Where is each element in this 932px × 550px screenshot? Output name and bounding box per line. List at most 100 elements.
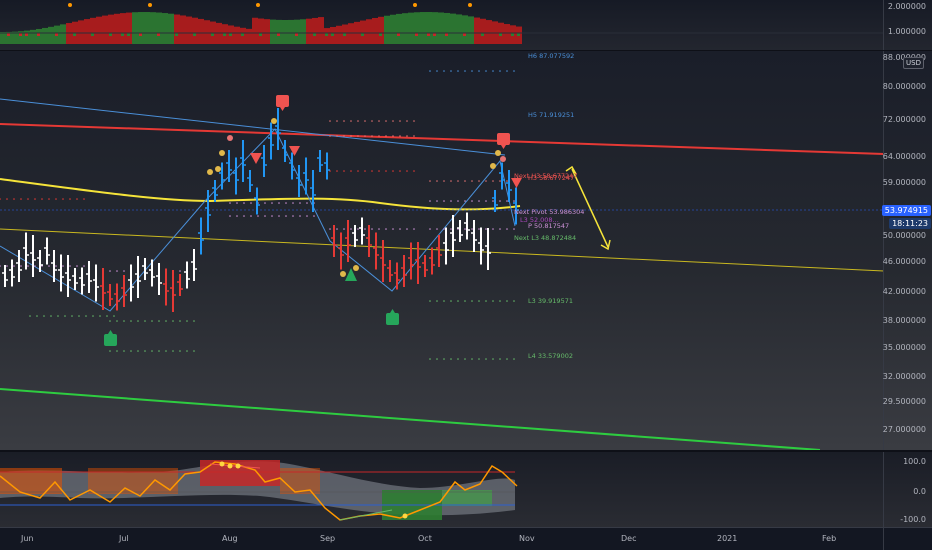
price-axis-label: 59.000000 <box>882 178 926 187</box>
signal-dot <box>215 166 221 172</box>
pivot-label-l3: L3 39.919571 <box>528 297 573 305</box>
histogram-bar <box>204 20 210 44</box>
price-bar <box>198 217 204 255</box>
price-bar <box>436 235 442 267</box>
histogram-bar <box>162 13 168 44</box>
histogram-bar <box>66 23 72 44</box>
top-indicator-plot <box>0 3 884 45</box>
oscillator-pane[interactable]: 100.0 0.0 -100.0 <box>0 452 932 528</box>
main-chart-pane[interactable]: H6 87.077592 H5 71.919251 Next H3 58.677… <box>0 51 932 451</box>
signal-dot <box>219 150 225 156</box>
histogram-bar <box>348 23 354 44</box>
price-bar <box>226 150 232 182</box>
top-axis-label: 1.000000 <box>887 27 926 36</box>
down-triangle-icon <box>250 153 262 164</box>
histogram-bar <box>468 16 474 44</box>
price-bar <box>359 217 365 245</box>
price-bar <box>457 220 463 242</box>
pivot-label-next-l3: Next L3 48.872484 <box>514 234 577 242</box>
histogram-bar <box>414 12 420 44</box>
price-bar <box>387 260 393 282</box>
histogram-bar <box>396 13 402 45</box>
histogram-bar <box>192 17 198 44</box>
price-bar <box>331 225 337 257</box>
price-bar <box>100 268 106 310</box>
price-axis-label: 64.000000 <box>882 152 926 161</box>
main-price-axis[interactable]: 88.000000 80.000000 72.000000 64.000000 … <box>881 51 932 450</box>
lower-channel-line <box>0 388 821 451</box>
price-bar <box>135 256 141 298</box>
price-bar <box>114 283 120 311</box>
histogram-bar <box>36 28 42 44</box>
histogram-bar <box>336 25 342 44</box>
histogram-bar <box>0 32 6 44</box>
price-bar <box>289 152 295 180</box>
price-bar <box>254 187 260 215</box>
oversold-zone <box>442 490 492 506</box>
price-bar <box>499 162 505 190</box>
price-bar <box>443 227 449 265</box>
histogram-bar <box>312 17 318 44</box>
price-bar <box>170 270 176 312</box>
price-bar <box>23 232 29 270</box>
price-bar <box>79 267 85 295</box>
time-axis[interactable]: Jun Jul Aug Sep Oct Nov Dec 2021 Feb <box>0 527 884 550</box>
histogram-bar <box>306 18 312 44</box>
price-axis-label: 29.500000 <box>882 397 926 406</box>
time-axis-label: Sep <box>320 534 336 543</box>
price-bar <box>86 261 92 293</box>
histogram-bar <box>318 17 324 44</box>
histogram-bar <box>186 16 192 44</box>
histogram-bar <box>48 26 54 44</box>
price-bar <box>471 220 477 252</box>
histogram-bar <box>450 13 456 45</box>
top-axis-label: 2.000000 <box>887 2 926 11</box>
upper-channel-line <box>0 123 885 155</box>
histogram-bar <box>174 14 180 45</box>
histogram-bar <box>504 24 510 44</box>
histogram-bar <box>372 17 378 44</box>
price-bar <box>394 262 400 290</box>
price-bar <box>128 264 134 302</box>
histogram-bar <box>114 13 120 44</box>
price-bar <box>345 220 351 262</box>
histogram-bar <box>120 13 126 44</box>
top-price-axis[interactable]: 2.000000 1.000000 <box>883 0 932 50</box>
price-bar <box>373 232 379 270</box>
histogram-bar <box>378 16 384 44</box>
histogram-bar <box>432 12 438 44</box>
pivot-label-h3: H3 58.677247 <box>528 174 575 182</box>
price-bar <box>310 170 316 212</box>
histogram-bar <box>444 12 450 44</box>
price-bar <box>296 165 302 197</box>
histogram-bar <box>270 19 276 44</box>
red-flag-icon <box>497 133 510 145</box>
signal-dot <box>500 156 506 162</box>
time-axis-label: Nov <box>519 534 535 543</box>
histogram-bar <box>138 12 144 44</box>
price-axis-label: 72.000000 <box>882 115 926 124</box>
axis-corner <box>883 527 932 550</box>
histogram-bar <box>60 24 66 44</box>
osc-axis-label: 0.0 <box>913 487 926 496</box>
red-flag-icon <box>276 95 289 107</box>
price-bar <box>44 237 50 265</box>
price-axis-label: 32.000000 <box>882 372 926 381</box>
down-triangle-icon <box>289 146 300 156</box>
histogram-bar <box>168 13 174 44</box>
histogram-bar <box>438 12 444 44</box>
signal-dot <box>495 150 501 156</box>
price-bar <box>401 255 407 287</box>
price-bar <box>121 275 127 307</box>
currency-badge[interactable]: USD <box>903 57 924 69</box>
histogram-bar <box>366 19 372 44</box>
oscillator-axis[interactable]: 100.0 0.0 -100.0 <box>883 452 932 528</box>
pivot-label-next-pivot: Next Pivot 53.986304 <box>514 208 585 216</box>
main-price-plot[interactable] <box>0 51 885 451</box>
price-bar <box>233 157 239 195</box>
top-indicator-pane[interactable]: 2.000000 1.000000 <box>0 0 932 50</box>
price-bar <box>464 212 470 240</box>
time-axis-label: Aug <box>222 534 238 543</box>
pivot-label-h6: H6 87.077592 <box>528 52 575 60</box>
histogram-bar <box>102 15 108 45</box>
